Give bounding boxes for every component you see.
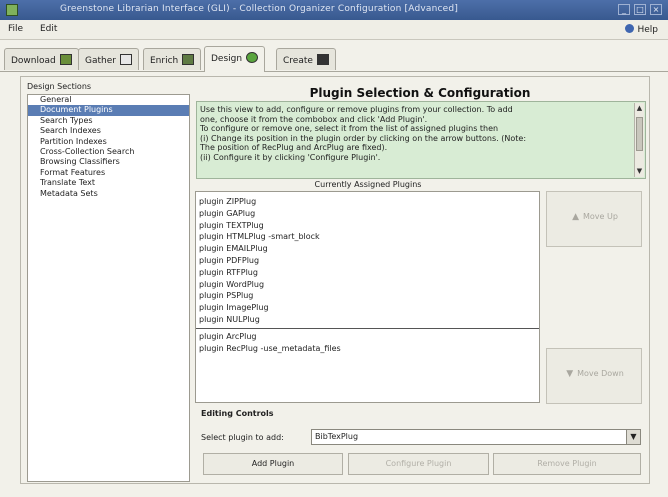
sidebar-item-browsing-classifiers[interactable]: Browsing Classifiers [28,157,189,167]
sidebar-item-translate-text[interactable]: Translate Text [28,178,189,188]
list-item[interactable]: plugin RecPlug -use_metadata_files [196,343,539,355]
move-up-label: Move Up [582,212,618,221]
help-text: Use this view to add, configure or remov… [200,105,632,163]
scroll-up-icon[interactable]: ▲ [635,104,644,113]
help-line: Use this view to add, configure or remov… [200,105,513,114]
enrich-icon [182,54,195,65]
sidebar-item-general[interactable]: General [28,95,189,105]
sidebar-item-search-types[interactable]: Search Types [28,116,189,126]
sidebar-item-partition-indexes[interactable]: Partition Indexes [28,137,189,147]
tab-enrich-label: Enrich [150,56,179,66]
design-sections-label: Design Sections [27,82,92,91]
editing-controls-heading: Editing Controls [201,409,274,418]
help-line: (ii) Configure it by clicking 'Configure… [200,152,381,162]
fixed-plugins-divider [196,327,539,329]
tab-design[interactable]: Design [204,46,266,72]
window-title: Greenstone Librarian Interface (GLI) - C… [60,4,459,14]
sidebar-item-search-indexes[interactable]: Search Indexes [28,126,189,136]
list-item[interactable]: plugin EMAILPlug [196,243,539,255]
sidebar-item-document-plugins[interactable]: Document Plugins [28,105,189,116]
list-item[interactable]: plugin NULPlug [196,314,539,326]
list-item[interactable]: plugin ArcPlug [196,331,539,343]
close-icon[interactable]: × [650,4,662,15]
help-line: (i) Change its position in the plugin or… [200,133,527,143]
arrow-up-icon: ▲ [572,212,579,222]
minimize-icon[interactable]: _ [618,4,630,15]
design-sections-list[interactable]: General Document Plugins Search Types Se… [27,94,190,482]
help-icon [625,24,635,33]
tab-enrich[interactable]: Enrich [143,48,202,70]
add-plugin-button[interactable]: Add Plugin [203,453,343,475]
remove-plugin-button[interactable]: Remove Plugin [493,453,641,475]
move-down-label: Move Down [577,369,624,378]
list-item[interactable]: plugin WordPlug [196,279,539,291]
help-line: one, choose it from the combobox and cli… [200,114,428,124]
tab-download[interactable]: Download [4,48,79,70]
help-line: To configure or remove one, select it fr… [200,124,499,134]
assigned-plugins-heading: Currently Assigned Plugins [314,180,422,189]
chevron-down-icon[interactable]: ▼ [626,430,640,444]
select-plugin-label: Select plugin to add: [201,433,284,442]
menu-file[interactable]: File [8,24,23,34]
configure-plugin-button[interactable]: Configure Plugin [348,453,489,475]
list-item[interactable]: plugin ImagePlug [196,302,539,314]
list-item[interactable]: plugin GAPlug [196,208,539,220]
tab-download-label: Download [11,56,56,66]
menu-help[interactable]: Help [625,24,658,35]
create-icon [316,54,329,65]
arrow-down-icon: ▼ [566,369,574,379]
tab-gather[interactable]: Gather [78,48,139,70]
menu-edit[interactable]: Edit [40,24,57,34]
list-item[interactable]: plugin HTMLPlug -smart_block [196,231,539,243]
move-down-button[interactable]: ▼ Move Down [546,348,642,404]
page-title: Plugin Selection & Configuration [309,86,531,100]
list-item[interactable]: plugin PSPlug [196,290,539,302]
list-item[interactable]: plugin TEXTPlug [196,220,539,232]
move-up-button[interactable]: ▲ Move Up [546,191,642,247]
tab-create[interactable]: Create [276,48,336,70]
help-line: The position of RecPlug and ArcPlug are … [200,143,388,153]
list-item[interactable]: plugin ZIPPlug [196,196,539,208]
list-item[interactable]: plugin PDFPlug [196,255,539,267]
scroll-down-icon[interactable]: ▼ [635,167,644,176]
title-bar: Greenstone Librarian Interface (GLI) - C… [0,0,668,20]
maximize-icon[interactable]: □ [634,4,646,15]
help-scrollbar[interactable]: ▲ ▼ [634,103,644,177]
tab-create-label: Create [283,56,313,66]
menu-bar: File Edit Help [0,20,668,40]
help-text-area: Use this view to add, configure or remov… [196,101,646,179]
download-icon [59,54,72,65]
tab-gather-label: Gather [85,56,116,66]
plugin-select-value: BibTexPlug [315,432,359,441]
assigned-plugins-list[interactable]: plugin ZIPPlug plugin GAPlug plugin TEXT… [195,191,540,403]
sidebar-item-cross-collection-search[interactable]: Cross-Collection Search [28,147,189,157]
plugin-select[interactable]: BibTexPlug ▼ [311,429,641,445]
list-item[interactable]: plugin RTFPlug [196,267,539,279]
scroll-thumb[interactable] [636,117,643,151]
tab-design-label: Design [211,54,243,64]
sidebar-item-format-features[interactable]: Format Features [28,168,189,178]
gather-icon [119,54,132,65]
tab-bar: Download Gather Enrich Design Create [0,44,668,72]
app-icon [6,4,18,16]
menu-help-label: Help [637,25,658,35]
sidebar-item-metadata-sets[interactable]: Metadata Sets [28,189,189,199]
design-icon [246,52,259,63]
